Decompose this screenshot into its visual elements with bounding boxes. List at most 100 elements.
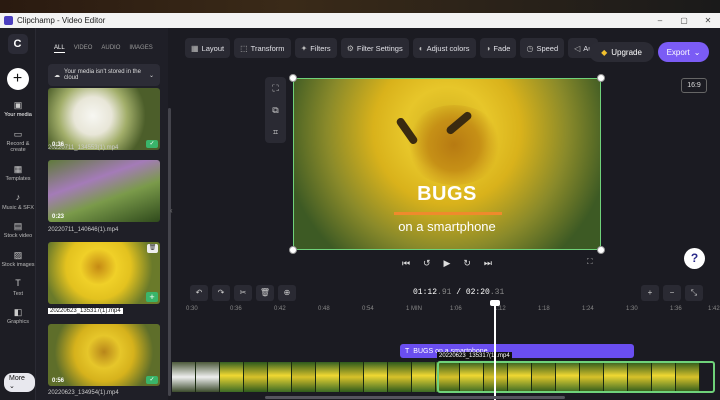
- crop-icon[interactable]: ⌗: [273, 127, 278, 138]
- delete-icon[interactable]: 🗑: [256, 285, 274, 301]
- ruler-tick: 0:30: [186, 306, 198, 312]
- fullscreen-icon[interactable]: ⛶: [587, 257, 593, 267]
- ruler-tick: 1:18: [538, 306, 550, 312]
- camera-icon: ▭: [13, 128, 23, 139]
- media-item-thumbnail[interactable]: 🗑 +: [48, 242, 160, 304]
- rail-item-stock-images[interactable]: ▨ Stock images: [0, 250, 36, 269]
- resize-handle-bottom-left[interactable]: [289, 246, 297, 254]
- ruler-tick: 1:06: [450, 306, 462, 312]
- video-preview[interactable]: BUGS on a smartphone: [293, 78, 601, 250]
- zoom-out-icon[interactable]: −: [663, 285, 681, 301]
- tab-video[interactable]: VIDEO: [74, 45, 93, 53]
- export-button[interactable]: Export ⌄: [658, 42, 709, 62]
- filters-button[interactable]: ✦ Filters: [294, 38, 337, 58]
- filter-settings-button[interactable]: ⚙ Filter Settings: [340, 38, 409, 58]
- title-underline: [394, 212, 502, 215]
- rail-item-your-media[interactable]: ▣ Your media: [0, 100, 36, 119]
- ruler-tick: 1:30: [626, 306, 638, 312]
- filter-settings-label: Filter Settings: [356, 43, 403, 53]
- speed-button[interactable]: ◷ Speed: [520, 38, 565, 58]
- rail-item-templates[interactable]: ▦ Templates: [0, 164, 36, 183]
- tab-audio[interactable]: AUDIO: [101, 45, 120, 53]
- fit-icon[interactable]: ⛶: [272, 83, 278, 94]
- ruler-tick: 0:42: [274, 306, 286, 312]
- flower-center: [404, 105, 504, 185]
- trash-icon[interactable]: 🗑: [147, 244, 158, 253]
- fit-timeline-icon[interactable]: ⤡: [685, 285, 703, 301]
- checkmark-icon: ✓: [146, 140, 158, 148]
- rail-item-label: Record & create: [6, 141, 30, 154]
- rail-item-stock-video[interactable]: ▤ Stock video: [0, 221, 36, 240]
- media-item-filename: 20220711_134553(1).mp4: [48, 145, 119, 151]
- resize-handle-bottom-right[interactable]: [597, 246, 605, 254]
- zoom-in-icon[interactable]: +: [641, 285, 659, 301]
- track-frame: [316, 362, 340, 392]
- ruler-tick: 1 MIN: [406, 306, 423, 312]
- ruler-tick: 0:54: [362, 306, 374, 312]
- split-icon[interactable]: ✂: [234, 285, 252, 301]
- transform-button[interactable]: ⬚ Transform: [234, 38, 291, 58]
- app-logo-icon: [4, 16, 13, 25]
- tab-all[interactable]: ALL: [54, 45, 65, 53]
- track-frame: [196, 362, 220, 392]
- timeline-scrollbar[interactable]: [265, 396, 565, 399]
- speed-icon: ◷: [526, 43, 534, 53]
- pip-icon[interactable]: ⧉: [272, 105, 278, 116]
- close-button[interactable]: ✕: [696, 16, 720, 25]
- chevron-down-icon: ⌄: [693, 47, 701, 57]
- tab-images[interactable]: IMAGES: [129, 45, 152, 53]
- layout-button[interactable]: ▦ Layout: [185, 38, 231, 58]
- upgrade-label: Upgrade: [611, 47, 642, 57]
- text-track-clip[interactable]: T BUGS on a smartphone: [400, 344, 634, 358]
- filters-label: Filters: [310, 43, 331, 53]
- adjust-colors-button[interactable]: ◐ Adjust colors: [412, 38, 476, 58]
- more-button[interactable]: More ⌄: [4, 373, 35, 392]
- help-button[interactable]: ?: [684, 248, 705, 269]
- redo-icon[interactable]: ↷: [212, 285, 230, 301]
- selected-clip[interactable]: [437, 361, 715, 393]
- aspect-ratio-button[interactable]: 16:9: [681, 78, 707, 93]
- media-item-thumbnail[interactable]: 0:56 ✓: [48, 324, 160, 386]
- media-item-thumbnail[interactable]: 0:36 ✓: [48, 88, 160, 150]
- track-frame: [412, 362, 436, 392]
- ruler-tick: 1:24: [582, 306, 594, 312]
- ruler-tick: 1:42: [708, 306, 720, 312]
- add-media-button[interactable]: +: [6, 68, 29, 90]
- cloud-notice[interactable]: ☁ Your media isn't stored in the cloud ⌄: [48, 64, 160, 86]
- overlay-title: BUGS: [417, 183, 477, 205]
- media-scrollbar[interactable]: [168, 108, 171, 396]
- rail-item-text[interactable]: T Text: [0, 278, 36, 297]
- rail-item-music-sfx[interactable]: ♪ Music & SFX: [0, 192, 36, 211]
- resize-handle-top-left[interactable]: [289, 74, 297, 82]
- media-item-thumbnail[interactable]: 0:23: [48, 160, 160, 222]
- text-icon: T: [405, 347, 410, 355]
- track-frame: [244, 362, 268, 392]
- minimize-button[interactable]: –: [648, 16, 672, 25]
- resize-handle-top-right[interactable]: [597, 74, 605, 82]
- fade-icon: ◑: [485, 43, 491, 53]
- add-marker-icon[interactable]: ⊕: [278, 285, 296, 301]
- forward-5s-icon[interactable]: ↻: [463, 258, 471, 269]
- skip-back-icon[interactable]: ⏮: [402, 258, 410, 269]
- skip-forward-icon[interactable]: ⏭: [484, 258, 492, 269]
- ruler-tick: 0:36: [230, 306, 242, 312]
- ruler-tick: 1:36: [670, 306, 682, 312]
- rail-item-graphics[interactable]: ◧ Graphics: [0, 307, 36, 326]
- maximize-button[interactable]: ▢: [672, 16, 696, 25]
- track-frame: [220, 362, 244, 392]
- adjust-colors-label: Adjust colors: [426, 43, 470, 53]
- rail-item-record-create[interactable]: ▭ Record & create: [0, 129, 36, 154]
- playhead[interactable]: [494, 303, 496, 400]
- cloud-notice-text: Your media isn't stored in the cloud: [64, 69, 141, 81]
- fade-button[interactable]: ◑ Fade: [479, 38, 517, 58]
- clipchamp-logo[interactable]: C: [7, 34, 28, 54]
- upgrade-button[interactable]: ◆ Upgrade: [589, 42, 654, 62]
- rewind-5s-icon[interactable]: ↺: [423, 258, 431, 269]
- undo-icon[interactable]: ↶: [190, 285, 208, 301]
- add-to-timeline-icon[interactable]: +: [146, 292, 158, 302]
- rail-item-label: Stock images: [1, 261, 35, 268]
- play-icon[interactable]: ▶: [444, 258, 451, 269]
- collapse-panel-icon[interactable]: ‹: [170, 206, 178, 222]
- media-item-filename: 20220623_135317(1).mp4: [48, 308, 123, 314]
- left-rail: C + ▣ Your media ▭ Record & create ▦ Templa…: [0, 28, 36, 400]
